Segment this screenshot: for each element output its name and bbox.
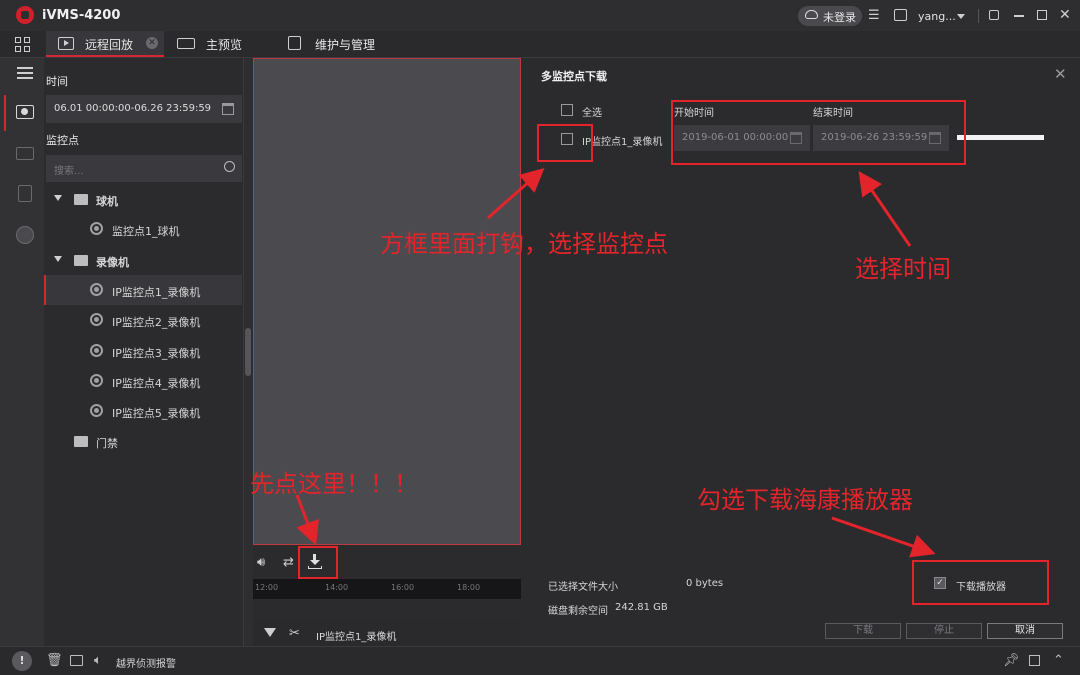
arrow-to-time	[858, 171, 912, 247]
arrow-to-download-icon	[295, 494, 319, 546]
annotation-arrows	[295, 168, 936, 558]
arrow-to-checkbox	[487, 168, 545, 220]
arrow-to-player	[831, 516, 936, 558]
